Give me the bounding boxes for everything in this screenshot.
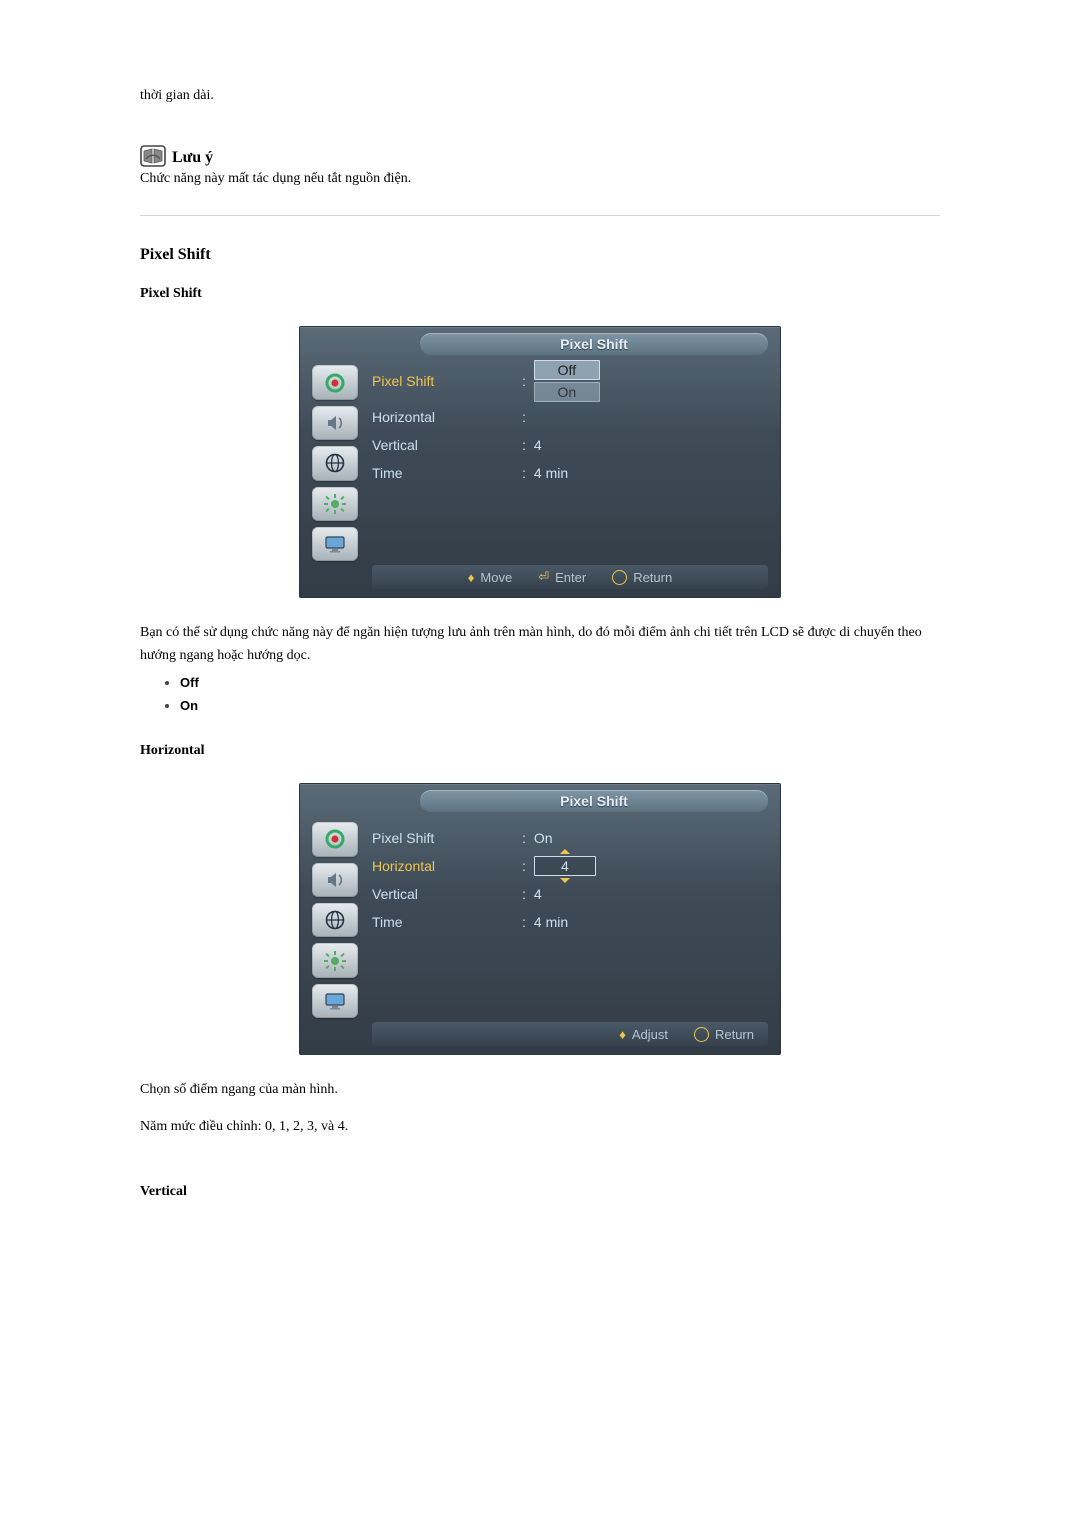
osd-sidebar [308, 361, 362, 561]
row-label: Pixel Shift [372, 373, 522, 389]
menu-row-horizontal[interactable]: Horizontal : 4 [372, 852, 768, 880]
row-label: Vertical [372, 886, 522, 902]
osd-menu-horizontal: Pixel Shift Pixel Shift : On [299, 783, 781, 1055]
osd-sidebar [308, 818, 362, 1018]
adjust-control[interactable]: 4 [534, 849, 596, 883]
arrow-down-icon[interactable] [560, 878, 570, 883]
osd-title-tab: Pixel Shift [420, 790, 768, 812]
gear-icon[interactable] [312, 487, 358, 521]
adjust-value: 4 [534, 856, 596, 876]
osd-menu-pixel-shift: Pixel Shift Pixel Shift : Off On [299, 326, 781, 598]
heading-horizontal: Horizontal [140, 743, 940, 759]
network-icon[interactable] [312, 903, 358, 937]
footer-adjust: ♦Adjust [619, 1027, 668, 1042]
footer-enter: ⏎Enter [538, 569, 586, 585]
footer-move: ♦Move [468, 570, 512, 585]
sound-icon[interactable] [312, 406, 358, 440]
desc-pixel-shift: Bạn có thể sử dụng chức năng này để ngăn… [140, 622, 940, 667]
sound-icon[interactable] [312, 863, 358, 897]
row-value: 4 min [534, 465, 568, 481]
menu-row-pixel-shift[interactable]: Pixel Shift : On [372, 824, 768, 852]
intro-text: thời gian dài. [140, 85, 940, 107]
row-value: 4 [534, 886, 542, 902]
arrow-up-icon[interactable] [560, 849, 570, 854]
menu-row-time[interactable]: Time : 4 min [372, 459, 768, 487]
row-label: Time [372, 914, 522, 930]
option-off: Off [180, 675, 940, 690]
picture-icon[interactable] [312, 822, 358, 856]
monitor-icon[interactable] [312, 984, 358, 1018]
note-title: Lưu ý [172, 149, 213, 167]
menu-row-vertical[interactable]: Vertical : 4 [372, 880, 768, 908]
divider [140, 215, 940, 216]
value-selected-off[interactable]: Off [534, 360, 600, 380]
desc-horizontal-1: Chọn số điểm ngang của màn hình. [140, 1079, 940, 1101]
menu-row-horizontal[interactable]: Horizontal : [372, 403, 768, 431]
osd-footer: ♦Move ⏎Enter Return [372, 565, 768, 589]
row-label: Horizontal [372, 409, 522, 425]
menu-row-pixel-shift[interactable]: Pixel Shift : Off On [372, 367, 768, 395]
menu-row-vertical[interactable]: Vertical : 4 [372, 431, 768, 459]
picture-icon[interactable] [312, 365, 358, 399]
desc-horizontal-2: Năm mức điều chỉnh: 0, 1, 2, 3, và 4. [140, 1116, 940, 1138]
osd-title: Pixel Shift [560, 336, 628, 352]
osd-title-tab: Pixel Shift [420, 333, 768, 355]
footer-return: Return [694, 1027, 754, 1042]
footer-return: Return [612, 570, 672, 585]
option-on: On [180, 698, 940, 713]
monitor-icon[interactable] [312, 527, 358, 561]
row-value: 4 min [534, 914, 568, 930]
heading-vertical: Vertical [140, 1184, 940, 1200]
osd-footer: ♦Adjust Return [372, 1022, 768, 1046]
row-value: 4 [534, 437, 542, 453]
row-label: Pixel Shift [372, 830, 522, 846]
network-icon[interactable] [312, 446, 358, 480]
row-label: Horizontal [372, 858, 522, 874]
note-body: Chức năng này mất tác dụng nếu tắt nguồn… [140, 171, 940, 187]
menu-row-time[interactable]: Time : 4 min [372, 908, 768, 936]
row-label: Vertical [372, 437, 522, 453]
osd-title: Pixel Shift [560, 793, 628, 809]
row-value: On [534, 830, 553, 846]
note-icon [140, 145, 166, 167]
options-list: Off On [140, 675, 940, 713]
value-option-on[interactable]: On [534, 382, 600, 402]
subheading-pixel-shift: Pixel Shift [140, 286, 940, 302]
heading-pixel-shift: Pixel Shift [140, 246, 940, 264]
row-label: Time [372, 465, 522, 481]
gear-icon[interactable] [312, 943, 358, 977]
